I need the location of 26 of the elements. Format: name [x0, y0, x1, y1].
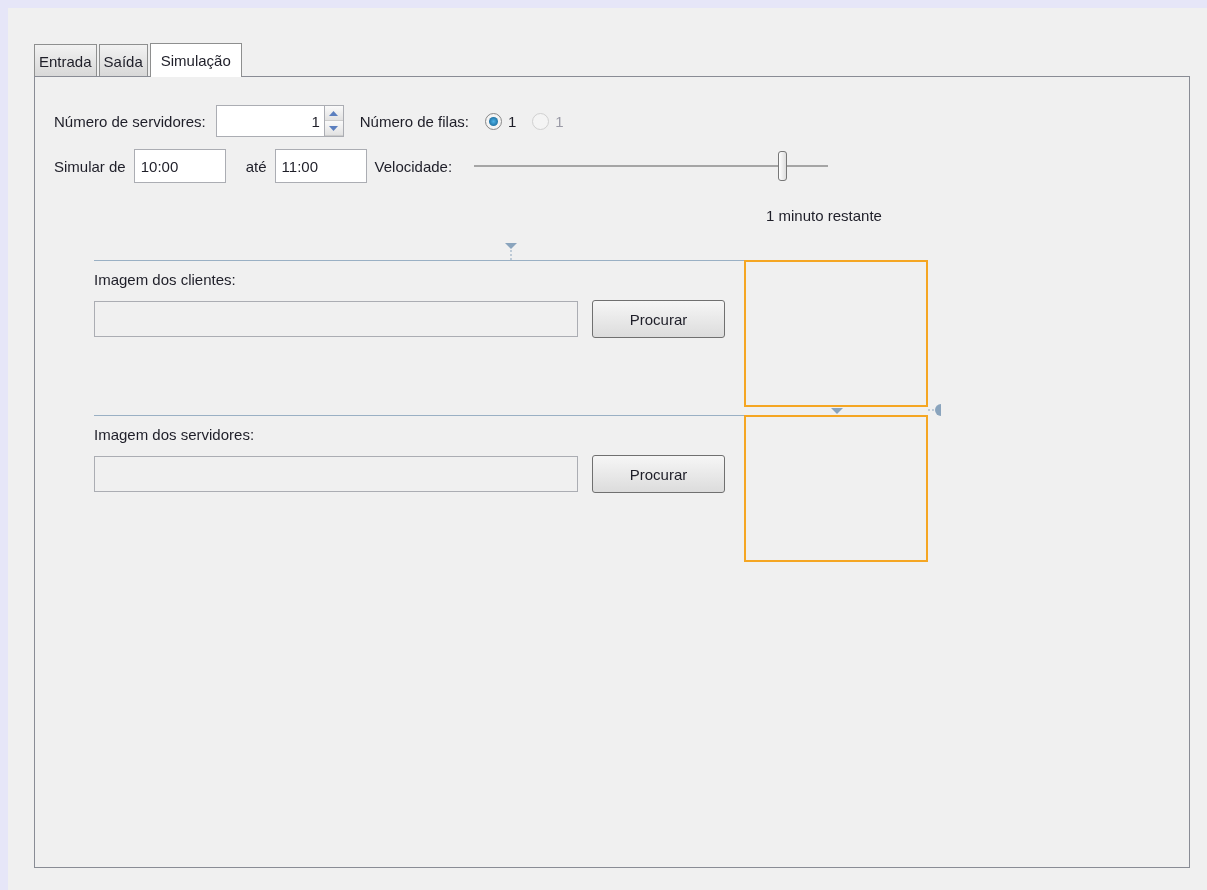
image-path-field[interactable]	[94, 456, 578, 492]
up-arrow-icon[interactable]	[329, 110, 339, 116]
radio-label: 1	[507, 112, 517, 130]
simulate-from-label: Simular de	[54, 157, 126, 175]
queues-label: Número de filas:	[359, 112, 469, 130]
until-label: até	[245, 157, 267, 175]
guide-marker-icon	[830, 407, 844, 415]
anchor-marker-icon	[928, 404, 942, 416]
servers-spinner-field[interactable]: 1	[215, 105, 324, 137]
guide-marker-icon	[504, 242, 518, 260]
browse-button[interactable]: Procurar	[592, 455, 725, 493]
image-label: Imagem dos servidores:	[94, 426, 255, 443]
tab[interactable]: Entrada	[34, 44, 97, 76]
radio-label: 1	[555, 112, 564, 130]
speed-label: Velocidade:	[374, 157, 453, 175]
browse-button[interactable]: Procurar	[592, 300, 725, 338]
down-arrow-icon[interactable]	[329, 125, 339, 131]
remaining-time-text: 1 minuto restante	[766, 207, 882, 224]
image-label: Imagem dos clientes:	[94, 271, 236, 288]
tab[interactable]: Simulação	[149, 43, 242, 77]
image-path-field[interactable]	[94, 301, 578, 337]
slider-thumb[interactable]	[778, 151, 788, 181]
tab[interactable]: Saída	[98, 44, 148, 76]
start-time-field[interactable]: 10:00	[133, 149, 226, 183]
servers-label: Número de servidores:	[54, 112, 206, 130]
end-time-field[interactable]: 11:00	[274, 149, 367, 183]
